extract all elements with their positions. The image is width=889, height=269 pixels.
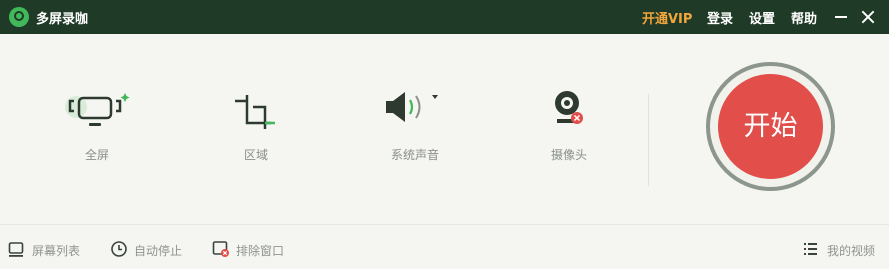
app-logo-icon: [9, 7, 29, 27]
auto-stop-label: 自动停止: [134, 244, 183, 258]
help-button[interactable]: 帮助: [791, 8, 817, 27]
monitor-icon: [65, 93, 130, 126]
region-mode-button[interactable]: 区域: [201, 34, 311, 184]
webcam-icon: [555, 91, 583, 124]
close-icon[interactable]: [859, 8, 877, 26]
fullscreen-mode-button[interactable]: 全屏: [42, 34, 152, 184]
my-videos-button[interactable]: 我的视频: [803, 240, 883, 260]
exclude-window-label: 排除窗口: [236, 244, 285, 258]
camera-label: 摄像头: [550, 148, 587, 162]
clock-icon: [111, 241, 127, 257]
crop-icon: [235, 95, 275, 129]
screen-list-button[interactable]: 屏幕列表: [8, 240, 90, 260]
my-videos-label: 我的视频: [827, 244, 876, 258]
region-label: 区域: [243, 148, 268, 162]
bottom-bar: 屏幕列表 自动停止 排除窗口 我的视频: [0, 224, 889, 269]
screen-list-icon: [8, 242, 24, 257]
fullscreen-label: 全屏: [84, 148, 109, 162]
speaker-icon: [386, 92, 438, 122]
list-icon: [804, 243, 817, 255]
app-title: 多屏录咖: [36, 12, 89, 27]
exclude-window-icon: [212, 241, 229, 257]
minimize-icon[interactable]: [832, 8, 850, 26]
screen-list-label: 屏幕列表: [32, 244, 81, 258]
settings-button[interactable]: 设置: [749, 8, 775, 27]
login-button[interactable]: 登录: [707, 8, 733, 27]
auto-stop-button[interactable]: 自动停止: [110, 240, 190, 260]
camera-button[interactable]: 摄像头: [514, 34, 624, 184]
vip-button[interactable]: 开通VIP: [642, 8, 692, 27]
system-sound-button[interactable]: 系统声音: [360, 34, 470, 184]
start-recording-button[interactable]: 开始: [718, 74, 823, 179]
divider: [648, 94, 649, 186]
system-sound-label: 系统声音: [390, 148, 439, 162]
title-bar: 多屏录咖 开通VIP 登录 设置 帮助: [0, 0, 889, 34]
exclude-window-button[interactable]: 排除窗口: [212, 240, 292, 260]
